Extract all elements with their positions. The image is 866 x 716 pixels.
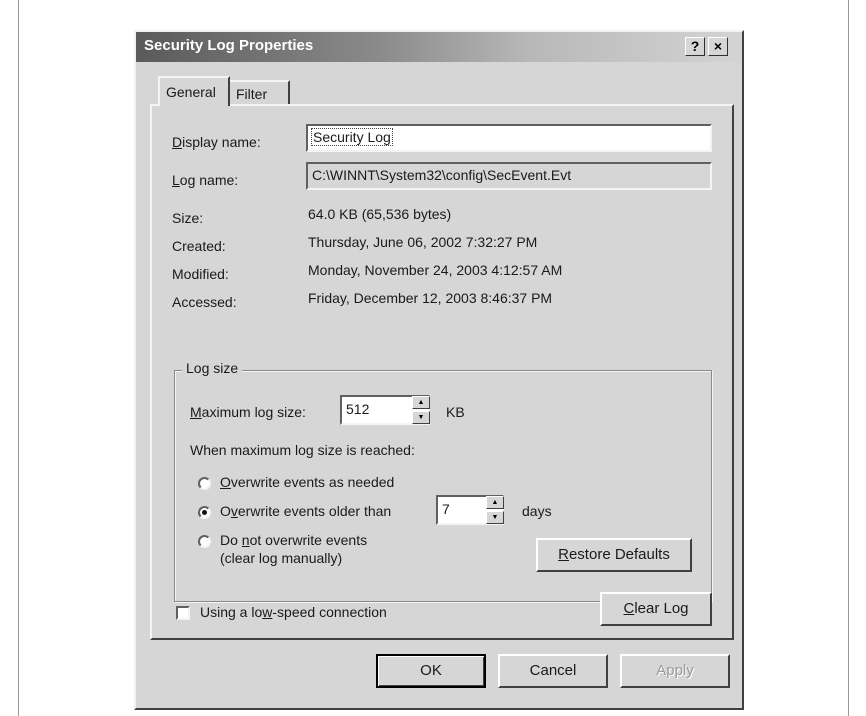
display-name-field[interactable]: Security Log xyxy=(306,124,712,152)
overwrite-older-than-label[interactable]: Overwrite events older than xyxy=(220,503,391,519)
page-frame-left xyxy=(18,0,19,716)
apply-button[interactable]: Apply xyxy=(620,654,730,688)
help-icon: ? xyxy=(690,38,700,54)
display-name-value: Security Log xyxy=(311,128,393,146)
ok-button[interactable]: OK xyxy=(376,654,486,688)
days-value: 7 xyxy=(442,501,450,517)
size-value: 64.0 KB (65,536 bytes) xyxy=(308,206,452,222)
tab-filter[interactable]: Filter xyxy=(230,80,290,104)
spin-up-icon[interactable]: ▲ xyxy=(412,396,430,409)
page-frame-right xyxy=(848,0,849,716)
low-speed-label[interactable]: Using a low-speed connection xyxy=(200,604,387,620)
when-reached-label: When maximum log size is reached: xyxy=(190,442,415,458)
max-log-size-value: 512 xyxy=(346,401,370,417)
tab-general[interactable]: General xyxy=(158,76,230,106)
accessed-label: Accessed: xyxy=(172,294,237,310)
log-name-field[interactable]: C:\WINNT\System32\config\SecEvent.Evt xyxy=(306,162,712,190)
spin-up-icon[interactable]: ▲ xyxy=(486,496,504,509)
do-not-overwrite-label[interactable]: Do not overwrite events xyxy=(220,532,367,548)
title-bar[interactable]: Security Log Properties ? × xyxy=(136,32,742,62)
do-not-overwrite-radio[interactable] xyxy=(198,535,211,548)
max-log-size-unit: KB xyxy=(446,404,465,420)
clear-log-button[interactable]: Clear Log xyxy=(600,592,712,626)
accessed-value: Friday, December 12, 2003 8:46:37 PM xyxy=(308,290,553,306)
tab-general-label: General xyxy=(166,84,216,100)
log-name-value: C:\WINNT\System32\config\SecEvent.Evt xyxy=(312,167,572,183)
modified-value: Monday, November 24, 2003 4:12:57 AM xyxy=(308,262,563,278)
spin-down-icon[interactable]: ▼ xyxy=(486,511,504,524)
log-size-group-label: Log size xyxy=(182,360,243,376)
restore-defaults-button[interactable]: Restore Defaults xyxy=(536,538,692,572)
max-log-size-spinner[interactable]: ▲ ▼ xyxy=(412,396,430,424)
close-icon: × xyxy=(713,38,723,54)
modified-label: Modified: xyxy=(172,266,229,282)
radio-selected-dot xyxy=(202,510,207,515)
window-title: Security Log Properties xyxy=(144,37,314,54)
created-label: Created: xyxy=(172,238,226,254)
days-unit: days xyxy=(522,503,552,519)
low-speed-checkbox[interactable] xyxy=(176,606,190,620)
overwrite-older-than-radio[interactable] xyxy=(198,506,211,519)
do-not-overwrite-sublabel: (clear log manually) xyxy=(220,550,343,566)
days-spinner[interactable]: ▲ ▼ xyxy=(486,496,504,524)
close-button[interactable]: × xyxy=(708,37,728,56)
help-button[interactable]: ? xyxy=(685,37,705,56)
max-log-size-label: Maximum log size: xyxy=(190,404,306,420)
created-value: Thursday, June 06, 2002 7:32:27 PM xyxy=(308,234,538,250)
cancel-button[interactable]: Cancel xyxy=(498,654,608,688)
overwrite-as-needed-radio[interactable] xyxy=(198,477,211,490)
overwrite-as-needed-label[interactable]: Overwrite events as needed xyxy=(220,474,394,490)
security-log-properties-dialog: Security Log Properties ? × General Filt… xyxy=(134,30,744,710)
size-label: Size: xyxy=(172,210,204,226)
log-name-label: Log name: xyxy=(172,172,239,188)
tab-filter-label: Filter xyxy=(236,86,268,102)
spin-down-icon[interactable]: ▼ xyxy=(412,411,430,424)
display-name-label: Display name: xyxy=(172,134,261,150)
